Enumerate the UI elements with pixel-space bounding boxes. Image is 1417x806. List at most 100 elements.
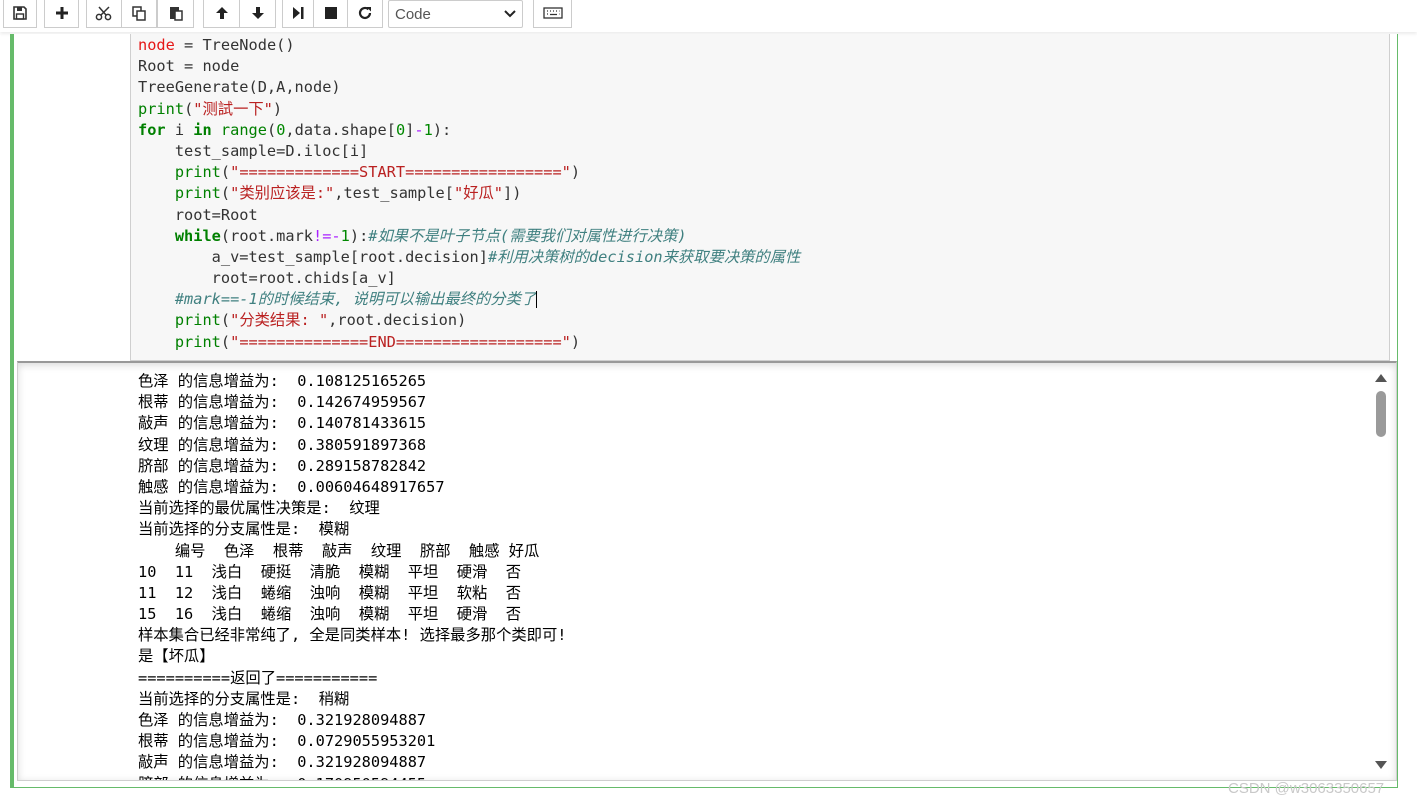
code-token: while [174,226,221,245]
code-line: root=root.chids[a_v] [138,268,800,289]
plus-icon [55,7,68,19]
code-token: #利用决策树的decision来获取要决策的属性 [487,247,801,266]
code-token: #mark==-1的时候结束, 说明可以输出最终的分类了 [174,290,537,309]
code-token: = TreeNode() [174,36,295,54]
move-down-button[interactable] [239,0,276,28]
scroll-up-icon[interactable] [1374,372,1388,384]
code-token: for [138,120,166,139]
code-token: !=- [313,226,341,245]
output-line: 纹理 的信息增益为: 0.380591897368 [138,435,427,454]
code-line: test_sample=D.iloc[i] [138,141,800,162]
run-button[interactable] [282,0,314,28]
code-token: i [165,120,194,139]
code-line: print("=============START===============… [138,162,800,183]
code-token: in [193,120,212,139]
code-token: #如果不是叶子节点(需要我们对属性进行决策) [368,226,687,245]
code-token: node [138,36,175,54]
code-token: 0 [395,120,406,139]
restart-kernel-button[interactable] [347,0,383,28]
output-line: 色泽 的信息增益为: 0.321928094887 [138,711,427,729]
code-line: print("分类结果: ",root.decision) [138,310,800,331]
output-line: 根蒂 的信息增益为: 0.142674959567 [138,393,427,412]
cut-button[interactable] [86,0,122,28]
code-token: "类别应该是:" [230,184,335,203]
save-button[interactable] [3,0,37,28]
output-line: 当前选择的分支属性是: 稍糊 [138,689,350,708]
code-token: Root = node [138,57,240,76]
code-token: ,test_sample[ [334,184,454,203]
paste-icon [169,7,183,21]
code-line: Root = node [138,56,800,77]
scroll-down-icon[interactable] [1374,759,1388,771]
code-token: print [174,163,221,182]
code-line: for i in range(0,data.shape[0]-1): [138,120,800,141]
code-token: ( [220,332,231,351]
code-token: ( [266,120,277,139]
code-token: TreeGenerate(D,A,node) [138,78,341,97]
command-palette-button[interactable] [533,0,572,28]
arrow-down-icon [251,7,264,19]
code-token: a_v=test_sample[root.decision] [138,247,488,266]
output-line: 触感 的信息增益为: 0.00604648917657 [138,477,445,496]
code-text[interactable]: node = TreeNode() Root = node TreeGenerate… [138,35,800,353]
output-line: 当前选择的分支属性是: 模糊 [138,520,350,539]
code-token: ] [405,120,415,139]
output-line: 脐部 的信息增益为: 0.170950594455 [138,774,566,780]
copy-button[interactable] [121,0,157,28]
insert-cell-button[interactable] [44,0,79,28]
output-line: 当前选择的最优属性决策是: 纹理 [138,499,380,518]
copy-icon [132,6,146,21]
code-token: print [174,184,221,203]
code-token: ( [220,184,231,203]
code-token: "=============START=================" [230,163,571,182]
keyboard-icon [542,7,563,19]
code-token: print [174,332,221,351]
output-line: 15 16 浅白 蜷缩 浊响 模糊 平坦 硬滑 否 [138,605,522,624]
code-line: print("类别应该是:",test_sample["好瓜"]) [138,183,800,204]
code-line: print("测試一下") [138,99,800,120]
watermark: CSDN @w3063350657 [1228,780,1385,797]
code-token: ( [220,311,231,330]
code-token: print [138,99,185,118]
paste-button[interactable] [157,0,194,28]
code-token: root=root.chids[a_v] [138,269,396,288]
output-line: 根蒂 的信息增益为: 0.0729055953201 [138,732,436,751]
code-token: ,data.shape[ [285,120,396,139]
code-token: print [174,311,221,330]
stop-icon [324,7,337,19]
text-cursor [536,291,538,309]
output-line: 敲声 的信息增益为: 0.321928094887 [138,753,427,772]
output-area[interactable]: 色泽 的信息增益为: 0.108125165265 根蒂 的信息增益为: 0.14… [17,361,1397,781]
code-line: #mark==-1的时候结束, 说明可以输出最终的分类了 [138,289,800,310]
output-line: 脐部 的信息增益为: 0.289158782842 [138,456,427,475]
output-text: 色泽 的信息增益为: 0.108125165265 根蒂 的信息增益为: 0.14… [138,371,566,780]
code-line: TreeGenerate(D,A,node) [138,77,800,98]
output-line: 10 11 浅白 硬挺 清脆 模糊 平坦 硬滑 否 [138,562,522,581]
skip-forward-icon [293,7,304,19]
output-line: 敲声 的信息增益为: 0.140781433615 [138,414,427,433]
code-token: "测試一下" [193,99,273,118]
output-line: 编号 色泽 根蒂 敲声 纹理 脐部 触感 好瓜 [138,541,540,560]
code-token: ): [432,120,452,139]
refresh-icon [358,6,372,20]
code-token: "分类结果: " [230,311,329,330]
cell-type-value: Code [395,5,431,23]
code-token: range [220,120,267,139]
code-token: - [414,120,424,139]
cell-type-select[interactable]: Code [388,0,523,28]
output-line: 是【坏瓜】 [138,647,215,666]
code-token: "==============END==================" [230,332,571,351]
interrupt-button[interactable] [313,0,348,28]
scissors-icon [95,6,112,21]
code-token: ( [184,99,194,118]
code-token: ) [272,99,283,118]
scrollbar-thumb[interactable] [1376,391,1386,437]
code-token: 1 [340,226,350,245]
move-up-button[interactable] [203,0,240,28]
code-token: 1 [423,120,433,139]
code-token: ) [570,163,581,182]
